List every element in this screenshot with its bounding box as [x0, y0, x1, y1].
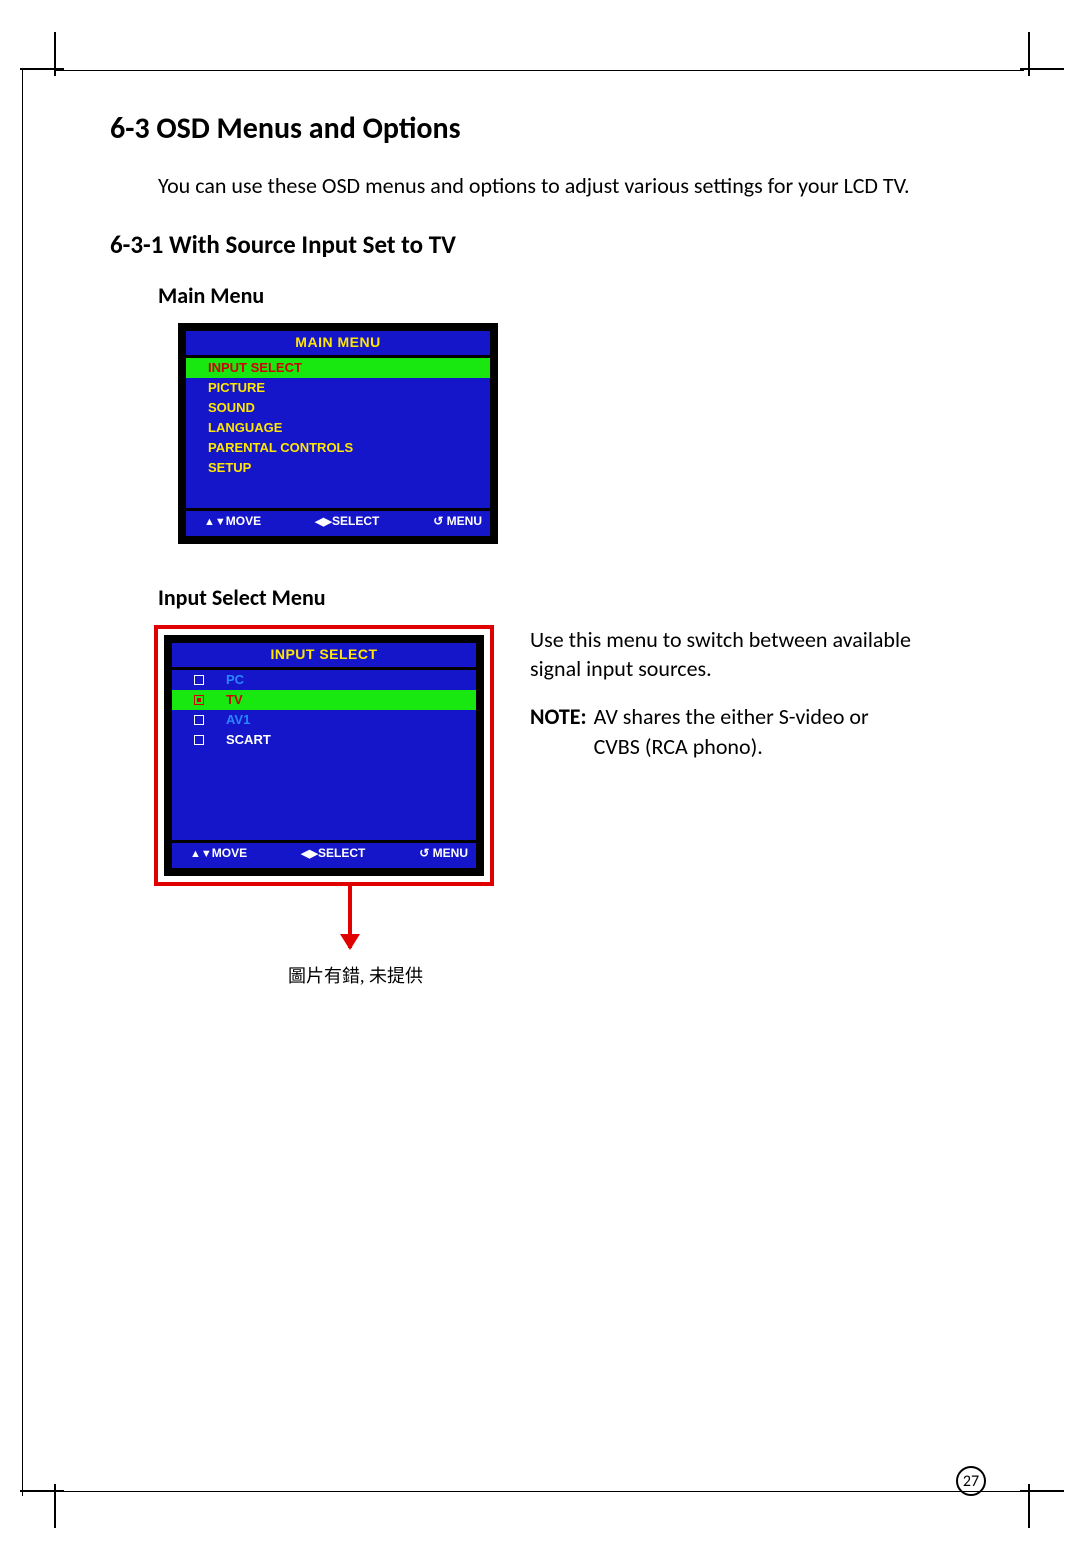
osd-item-input-select[interactable]: INPUT SELECT — [186, 358, 490, 378]
figure-input-select: Input Select Menu INPUT SELECT PC TV AV1… — [110, 584, 990, 988]
crop-mark — [1020, 1472, 1076, 1528]
guide-line — [54, 1491, 1024, 1492]
osd-input-select: INPUT SELECT PC TV AV1 SCART ▲▼MOVE — [164, 635, 484, 876]
note-label: NOTE: — [530, 703, 587, 730]
subsection-title: 6-3-1 With Source Input Set to TV — [110, 229, 990, 260]
figure-label: Input Select Menu — [158, 584, 990, 611]
osd-item-picture[interactable]: PICTURE — [186, 378, 490, 398]
note: NOTE: AV shares the either S-video or CV… — [530, 702, 950, 761]
triangle-down-icon: ▼ — [215, 516, 226, 528]
triangle-left-icon: ◀ — [315, 516, 323, 528]
osd-main-menu: MAIN MENU INPUT SELECT PICTURE SOUND LAN… — [178, 323, 498, 544]
osd-footer: ▲▼MOVE ◀▶SELECT ↺ MENU — [186, 508, 490, 532]
osd-item-parental[interactable]: PARENTAL CONTROLS — [186, 438, 490, 458]
osd-item-scart[interactable]: SCART — [172, 730, 476, 750]
description-paragraph: Use this menu to switch between availabl… — [530, 625, 950, 684]
osd-item-language[interactable]: LANGUAGE — [186, 418, 490, 438]
page-number: 27 — [956, 1466, 986, 1496]
figure-main-menu: Main Menu MAIN MENU INPUT SELECT PICTURE… — [110, 282, 990, 544]
guide-line — [54, 70, 1024, 71]
triangle-right-icon: ▶ — [310, 848, 318, 860]
triangle-down-icon: ▼ — [201, 848, 212, 860]
osd-item-pc[interactable]: PC — [172, 670, 476, 690]
triangle-up-icon: ▲ — [204, 516, 215, 528]
intro-paragraph: You can use these OSD menus and options … — [158, 171, 990, 201]
triangle-up-icon: ▲ — [190, 848, 201, 860]
osd-title: MAIN MENU — [186, 331, 490, 353]
crop-mark — [1020, 32, 1076, 88]
figure-description: Use this menu to switch between availabl… — [530, 625, 950, 780]
triangle-left-icon: ◀ — [301, 848, 309, 860]
guide-line — [22, 68, 23, 1496]
figure-label: Main Menu — [158, 282, 990, 309]
osd-item-sound[interactable]: SOUND — [186, 398, 490, 418]
note-body: AV shares the either S-video or CVBS (RC… — [594, 702, 914, 761]
osd-footer: ▲▼MOVE ◀▶SELECT ↺ MENU — [172, 840, 476, 864]
osd-item-tv[interactable]: TV — [172, 690, 476, 710]
osd-item-setup[interactable]: SETUP — [186, 458, 490, 478]
callout-frame: INPUT SELECT PC TV AV1 SCART ▲▼MOVE — [154, 625, 494, 886]
osd-title: INPUT SELECT — [172, 643, 476, 665]
crop-mark — [8, 32, 64, 88]
arrow-down-icon — [348, 886, 352, 948]
return-icon: ↺ — [419, 846, 429, 860]
crop-mark — [8, 1472, 64, 1528]
osd-item-av1[interactable]: AV1 — [172, 710, 476, 730]
annotation-text: 圖片有錯, 未提供 — [288, 962, 494, 988]
annotation: 圖片有錯, 未提供 — [198, 886, 494, 988]
return-icon: ↺ — [433, 514, 443, 528]
section-title: 6-3 OSD Menus and Options — [110, 110, 990, 147]
triangle-right-icon: ▶ — [324, 516, 332, 528]
